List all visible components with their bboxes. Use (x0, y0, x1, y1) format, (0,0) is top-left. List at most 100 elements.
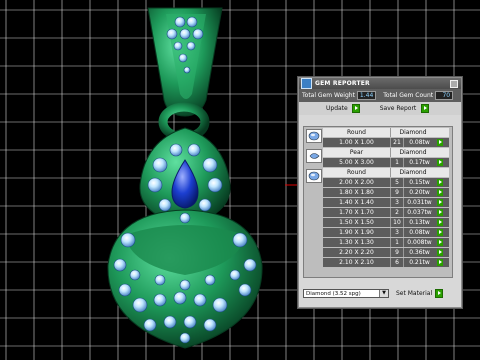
gem-size: 1.30 X 1.30 (323, 238, 391, 247)
save-report-button[interactable] (421, 104, 430, 113)
diamond-stone (186, 41, 196, 51)
total-gem-count-value: 70 (435, 91, 454, 100)
diamond-stone (212, 297, 228, 313)
select-row-button[interactable] (435, 228, 444, 237)
diamond-stone (120, 232, 136, 248)
gem-count: 5 (391, 178, 404, 187)
gem-row[interactable]: 1.50 X 1.50 10 0.13tw (323, 218, 449, 227)
gem-group-table: Round Diamond 1.00 X 1.00 21 0.08tw (323, 128, 449, 147)
gem-material-label: Diamond (399, 169, 427, 176)
round-gem-icon[interactable] (306, 169, 322, 183)
gem-group: Pear Diamond 5.00 X 3.00 1 0.17tw (304, 148, 452, 167)
material-select[interactable]: Diamond (3.52 spg) ▼ (303, 289, 389, 298)
gem-reporter-panel: GEM REPORTER Total Gem Weight 1.44 Total… (298, 77, 462, 308)
panel-titlebar[interactable]: GEM REPORTER (299, 78, 461, 89)
diamond-stone (118, 283, 132, 297)
select-row-button[interactable] (435, 158, 444, 167)
diamond-stone (152, 157, 168, 173)
select-row-button[interactable] (435, 198, 444, 207)
diamond-stone (154, 274, 166, 286)
select-row-button[interactable] (435, 238, 444, 247)
gem-count: 6 (391, 258, 404, 267)
gem-size: 2.20 X 2.20 (323, 248, 391, 257)
update-button[interactable] (351, 104, 360, 113)
diamond-stone (183, 66, 191, 74)
gem-row[interactable]: 1.90 X 1.90 3 0.08tw (323, 228, 449, 237)
set-material-label: Set Material (396, 290, 433, 297)
gem-material-label: Diamond (399, 149, 427, 156)
gem-material-label: Diamond (399, 129, 427, 136)
diamond-stone (243, 258, 257, 272)
gem-weight: 0.36tw (409, 249, 430, 256)
gem-row[interactable]: 2.10 X 2.10 6 0.21tw (323, 258, 449, 267)
total-gem-count-label: Total Gem Count (383, 92, 434, 99)
select-row-button[interactable] (435, 258, 444, 267)
diamond-stone (173, 291, 187, 305)
diamond-stone (203, 318, 217, 332)
diamond-stone (178, 53, 188, 63)
diamond-stone (179, 279, 191, 291)
gem-count: 1 (391, 158, 404, 167)
totals-row: Total Gem Weight 1.44 Total Gem Count 70 (299, 89, 461, 102)
select-row-button[interactable] (435, 188, 444, 197)
diamond-stone (163, 315, 177, 329)
gem-size: 1.90 X 1.90 (323, 228, 391, 237)
select-row-button[interactable] (435, 218, 444, 227)
gem-size: 1.40 X 1.40 (323, 198, 391, 207)
gem-size: 1.70 X 1.70 (323, 208, 391, 217)
gem-list[interactable]: Round Diamond 1.00 X 1.00 21 0.08tw Pear Diamo… (303, 126, 453, 278)
actions-row: Update Save Report (299, 102, 461, 115)
gem-weight: 0.08tw (409, 229, 430, 236)
save-report-label: Save Report (379, 105, 417, 112)
diamond-stone (174, 16, 186, 28)
gem-row[interactable]: 1.80 X 1.80 9 0.20tw (323, 188, 449, 197)
total-gem-weight-value: 1.44 (356, 91, 377, 100)
gem-size: 2.00 X 2.00 (323, 178, 391, 187)
diamond-stone (183, 315, 197, 329)
gem-count: 2 (391, 208, 404, 217)
diamond-stone (179, 332, 191, 344)
gem-shape-label: Round (323, 168, 391, 177)
gem-row[interactable]: 2.20 X 2.20 9 0.36tw (323, 248, 449, 257)
diamond-stone (193, 293, 207, 307)
diamond-stone (179, 212, 191, 224)
gem-row[interactable]: 2.00 X 2.00 5 0.15tw (323, 178, 449, 187)
diamond-stone (192, 28, 204, 40)
round-gem-icon[interactable] (306, 129, 322, 143)
gem-group-header: Pear Diamond (323, 148, 449, 157)
gem-weight: 0.037tw (407, 209, 432, 216)
gem-size: 5.00 X 3.00 (323, 158, 391, 167)
select-row-button[interactable] (435, 248, 444, 257)
set-material-button[interactable] (435, 289, 444, 298)
gem-row[interactable]: 5.00 X 3.00 1 0.17tw (323, 158, 449, 167)
gem-weight: 0.17tw (409, 159, 430, 166)
diamond-stone (143, 318, 157, 332)
gem-row[interactable]: 1.40 X 1.40 3 0.031tw (323, 198, 449, 207)
gem-shape-label: Round (323, 128, 391, 137)
gem-shape-label: Pear (323, 148, 391, 157)
diamond-stone (179, 28, 191, 40)
chevron-down-icon[interactable]: ▼ (379, 290, 388, 297)
gem-row[interactable]: 1.30 X 1.30 1 0.008tw (323, 238, 449, 247)
material-select-value: Diamond (3.52 spg) (306, 290, 361, 297)
gem-weight: 0.21tw (409, 259, 430, 266)
diamond-stone (153, 293, 167, 307)
gem-count: 3 (391, 198, 404, 207)
diamond-stone (166, 28, 178, 40)
select-row-button[interactable] (435, 138, 444, 147)
diamond-stone (169, 143, 183, 157)
gem-row[interactable]: 1.00 X 1.00 21 0.08tw (323, 138, 449, 147)
gem-count: 9 (391, 248, 404, 257)
diamond-stone (187, 143, 201, 157)
pear-gem-icon[interactable] (306, 149, 322, 163)
select-row-button[interactable] (435, 208, 444, 217)
diamond-stone (129, 269, 141, 281)
diamond-stone (173, 41, 183, 51)
gem-row[interactable]: 1.70 X 1.70 2 0.037tw (323, 208, 449, 217)
diamond-stone (238, 283, 252, 297)
gem-weight: 0.13tw (409, 219, 430, 226)
close-icon[interactable] (450, 80, 458, 88)
diamond-stone (204, 274, 216, 286)
select-row-button[interactable] (435, 178, 444, 187)
gem-group: Round Diamond 2.00 X 2.00 5 0.15tw 1.80 X 1.8… (304, 168, 452, 267)
